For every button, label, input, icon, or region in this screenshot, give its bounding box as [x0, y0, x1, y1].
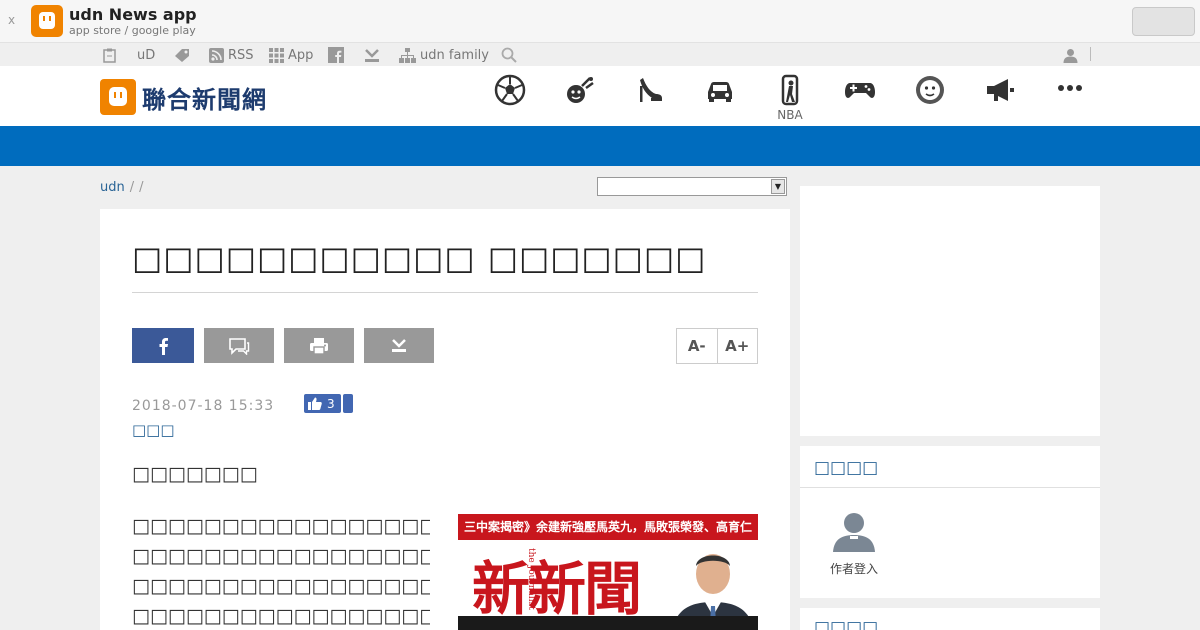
comment-button[interactable] — [204, 328, 274, 363]
article-body: □□□□□□□□□□□□□□□□□ □□□□□□□□□□□□□ □□□□ □□□□□… — [132, 511, 430, 630]
nav-band — [0, 126, 1200, 166]
entertainment-icon — [567, 77, 594, 103]
category-gaming[interactable] — [840, 74, 880, 122]
sitemap-icon — [399, 47, 416, 63]
cover-headline: 三中案揭密》余建新強壓馬英九，馬敗張榮發、高育仁 — [458, 514, 758, 540]
sidebar-card-2-title: □□□□ — [814, 618, 879, 630]
rss-link[interactable]: RSS — [209, 46, 254, 64]
site-logo[interactable]: 聯合新聞網 — [100, 79, 267, 115]
search-icon[interactable] — [501, 46, 517, 64]
article-lead: □□□□□□□ — [132, 463, 258, 485]
article-card: □□□□□□□□□□□ □□□□□□□ A- A+ 2018-07-18 15:… — [100, 209, 790, 630]
ad-slot — [800, 186, 1100, 436]
category-soccer[interactable] — [490, 74, 530, 122]
user-icon[interactable] — [1063, 46, 1078, 64]
print-button[interactable] — [284, 328, 354, 363]
ud-link[interactable]: uD — [137, 46, 155, 64]
site-header: 聯合新聞網 NBA — [0, 66, 1200, 126]
cover-masthead-en: the Journalist — [526, 548, 536, 610]
category-fun[interactable] — [910, 74, 950, 122]
app-banner: x udn News app app store / google play — [0, 0, 1200, 43]
rss-icon — [209, 47, 224, 63]
more-menu[interactable] — [1050, 74, 1090, 122]
facebook-icon[interactable] — [328, 46, 344, 64]
download-button[interactable] — [364, 328, 434, 363]
section-select[interactable]: ▼ — [597, 177, 787, 196]
nba-label: NBA — [777, 108, 803, 122]
breadcrumb: udn / / — [100, 180, 144, 195]
breadcrumb-root[interactable]: udn — [100, 180, 125, 195]
sidebar-card-title: □□□□ — [814, 458, 879, 478]
body-line: □□□□□□□□□□□□□□□□□□□□□□□□□□□□□□ — [132, 515, 430, 537]
font-size-control: A- A+ — [676, 328, 758, 364]
print-icon — [310, 337, 328, 355]
app-link[interactable]: App — [269, 46, 313, 64]
divider — [132, 292, 758, 293]
brand-name: 聯合新聞網 — [142, 85, 267, 114]
divider — [1090, 47, 1091, 61]
nba-icon — [781, 74, 799, 106]
open-app-button[interactable] — [1132, 7, 1195, 36]
breadcrumb-separator: / — [129, 180, 135, 195]
emoji-icon — [916, 76, 944, 104]
thumbs-up-icon — [308, 397, 322, 410]
article-headline: □□□□□□□□□□□ □□□□□□□ — [132, 239, 707, 277]
body-line: □□□□□□□□□□□□□□□□□□□□□□□□□□□□□□ — [132, 545, 430, 567]
app-title: udn News app — [69, 5, 197, 24]
more-icon — [1058, 85, 1082, 91]
category-nba[interactable]: NBA — [770, 74, 810, 122]
gamepad-icon — [845, 83, 875, 98]
close-banner-button[interactable]: x — [8, 13, 15, 27]
high-heel-icon — [640, 78, 662, 102]
facebook-icon — [159, 337, 168, 355]
tag-icon[interactable] — [174, 46, 191, 64]
sidebar-card: □□□□ 作者登入 — [800, 446, 1100, 598]
download-icon[interactable] — [364, 46, 380, 64]
author-avatar-icon — [833, 513, 875, 552]
utility-bar: uD RSS App udn family — [0, 43, 1200, 66]
category-auto[interactable] — [700, 74, 740, 122]
soccer-icon — [494, 74, 526, 106]
body-line: □□□□□□□□□□□□□□□□□□□□□□□□□□□□□□ — [132, 605, 430, 627]
clipboard-icon[interactable] — [102, 46, 117, 64]
app-subtitle: app store / google play — [69, 24, 196, 37]
category-news[interactable] — [980, 74, 1020, 122]
breadcrumb-separator: / — [139, 180, 144, 195]
udn-family-link[interactable]: udn family — [399, 46, 489, 64]
font-increase-button[interactable]: A+ — [716, 329, 758, 363]
sidebar-card-2: □□□□ — [800, 608, 1100, 630]
car-icon — [708, 82, 732, 102]
megaphone-icon — [987, 79, 1014, 101]
comment-icon — [229, 337, 250, 355]
magazine-cover-image[interactable]: 三中案揭密》余建新強壓馬英九，馬敗張榮發、高育仁 新新聞 the Journal… — [458, 514, 758, 630]
divider — [800, 487, 1100, 488]
category-fashion[interactable] — [630, 74, 670, 122]
category-entertainment[interactable] — [560, 74, 600, 122]
like-button[interactable]: 3 — [304, 394, 353, 413]
publish-datetime: 2018-07-18 15:33 — [132, 398, 275, 414]
author-login-label: 作者登入 — [829, 562, 878, 576]
download-icon — [392, 338, 406, 352]
article-author[interactable]: □□□ — [132, 421, 175, 439]
chevron-down-icon: ▼ — [771, 179, 785, 194]
udn-logo-icon — [100, 79, 136, 115]
cover-lower-band — [458, 616, 758, 630]
font-decrease-button[interactable]: A- — [677, 329, 717, 363]
like-count: 3 — [327, 396, 335, 411]
facebook-share-button[interactable] — [132, 328, 194, 363]
author-login-link[interactable]: 作者登入 — [826, 512, 882, 577]
cover-masthead: 新新聞 — [472, 555, 642, 623]
body-line: □□□□□□□□□□□□□□□□□□□□□□□□□□□□□□ — [132, 575, 430, 597]
grid-icon — [269, 47, 284, 63]
udn-app-logo — [31, 5, 63, 37]
